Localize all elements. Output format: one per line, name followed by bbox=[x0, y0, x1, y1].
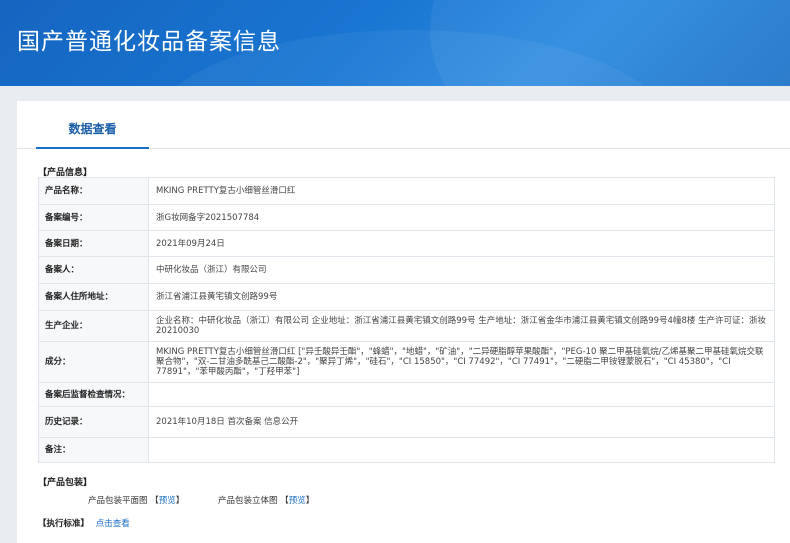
table-row: 产品名称： MKING PRETTY复古小细管丝滑口红 bbox=[38, 177, 775, 205]
row-label: 备案编号： bbox=[38, 204, 149, 231]
product-info-table: 产品名称： MKING PRETTY复古小细管丝滑口红 备案编号： 浙G妆网备字… bbox=[38, 177, 775, 463]
registrant-address-value: 浙江省浦江县黄宅镇文创路99号 bbox=[148, 283, 775, 311]
standard-row: 【执行标准】 点击查看 bbox=[38, 517, 130, 529]
bracket: 【 bbox=[150, 496, 159, 506]
row-label: 生产企业： bbox=[38, 310, 149, 342]
supervision-value bbox=[148, 382, 775, 407]
package-solid-row: 产品包装立体图 【预览】 bbox=[218, 494, 314, 506]
table-row: 成分： MKING PRETTY复古小细管丝滑口红 ["异壬酸异壬酯"，"蜂蜡"… bbox=[38, 341, 775, 383]
record-date-value: 2021年09月24日 bbox=[148, 230, 775, 257]
product-name-value: MKING PRETTY复古小细管丝滑口红 bbox=[148, 177, 775, 205]
row-label: 产品名称： bbox=[38, 177, 149, 205]
bracket: 】 bbox=[305, 496, 315, 506]
content-card: 数据查看 【产品信息】 产品名称： MKING PRETTY复古小细管丝滑口红 … bbox=[17, 101, 790, 543]
history-value: 2021年10月18日 首次备案 信息公开 bbox=[148, 406, 775, 438]
row-label: 备案人： bbox=[38, 256, 149, 284]
tab-data-view[interactable]: 数据查看 bbox=[36, 101, 149, 149]
standard-view-link[interactable]: 点击查看 bbox=[96, 519, 130, 529]
table-row: 备案人住所地址： 浙江省浦江县黄宅镇文创路99号 bbox=[38, 283, 775, 311]
row-label: 备注： bbox=[38, 437, 149, 463]
record-number-value: 浙G妆网备字2021507784 bbox=[148, 204, 775, 231]
row-label: 备案后监督检查情况： bbox=[38, 382, 149, 407]
table-row: 备案日期： 2021年09月24日 bbox=[38, 230, 775, 257]
package-solid-label: 产品包装立体图 bbox=[218, 496, 278, 506]
table-row: 备案人： 中研化妆品（浙江）有限公司 bbox=[38, 256, 775, 284]
table-row: 备案后监督检查情况： bbox=[38, 382, 775, 407]
table-row: 备案编号： 浙G妆网备字2021507784 bbox=[38, 204, 775, 231]
tab-bar: 数据查看 bbox=[17, 101, 790, 149]
ingredients-value: MKING PRETTY复古小细管丝滑口红 ["异壬酸异壬酯"，"蜂蜡"，"地蜡… bbox=[148, 341, 775, 383]
table-row: 备注： bbox=[38, 437, 775, 463]
package-flat-row: 产品包装平面图 【预览】 bbox=[88, 494, 184, 506]
table-row: 历史记录： 2021年10月18日 首次备案 信息公开 bbox=[38, 406, 775, 438]
manufacturer-value: 企业名称：中研化妆品（浙江）有限公司 企业地址：浙江省浦江县黄宅镇文创路99号 … bbox=[148, 310, 775, 342]
row-label: 备案人住所地址： bbox=[38, 283, 149, 311]
package-flat-label: 产品包装平面图 bbox=[88, 496, 148, 506]
bracket: 】 bbox=[175, 496, 185, 506]
row-label: 历史记录： bbox=[38, 406, 149, 438]
row-label: 备案日期： bbox=[38, 230, 149, 257]
remarks-value bbox=[148, 437, 775, 463]
registrant-value: 中研化妆品（浙江）有限公司 bbox=[148, 256, 775, 284]
row-label: 成分： bbox=[38, 341, 149, 383]
table-row: 生产企业： 企业名称：中研化妆品（浙江）有限公司 企业地址：浙江省浦江县黄宅镇文… bbox=[38, 310, 775, 342]
package-flat-preview-link[interactable]: 预览 bbox=[159, 496, 176, 506]
standard-title: 【执行标准】 bbox=[38, 519, 90, 529]
package-solid-preview-link[interactable]: 预览 bbox=[289, 496, 306, 506]
package-title: 【产品包装】 bbox=[38, 478, 93, 488]
page-title: 国产普通化妆品备案信息 bbox=[17, 29, 281, 55]
bracket: 【 bbox=[280, 496, 289, 506]
header-banner: 国产普通化妆品备案信息 bbox=[0, 0, 790, 86]
